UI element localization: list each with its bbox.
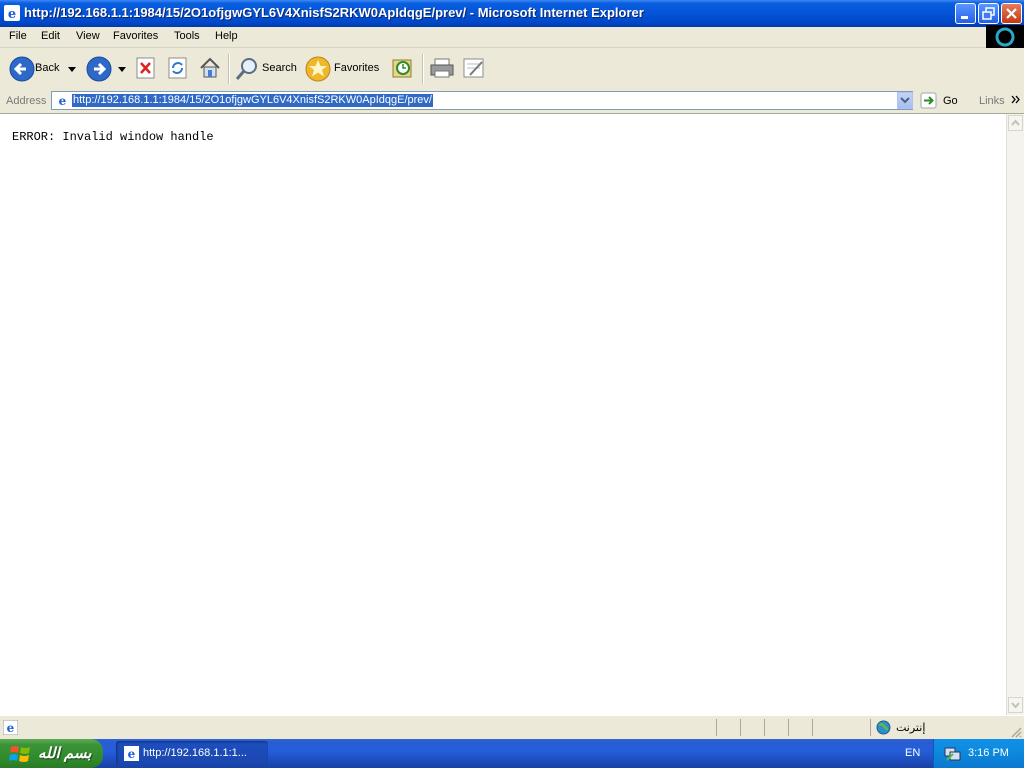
windows-logo-throbber — [986, 25, 1024, 49]
restore-button[interactable] — [978, 3, 999, 24]
history-button[interactable] — [391, 56, 415, 82]
menu-tools[interactable]: Tools — [174, 30, 200, 42]
printer-icon — [430, 58, 454, 78]
close-button[interactable] — [1001, 3, 1022, 24]
svg-text:e: e — [8, 7, 16, 21]
page-status-icon: e — [3, 720, 18, 735]
status-segment — [716, 719, 717, 736]
history-icon — [392, 59, 412, 78]
menu-view[interactable]: View — [76, 30, 100, 42]
edit-button[interactable] — [461, 56, 487, 82]
toolbar-separator — [228, 54, 230, 84]
chevron-right-icon[interactable] — [1011, 95, 1021, 105]
restore-icon — [982, 7, 995, 20]
status-bar: e إنترنت — [0, 715, 1024, 740]
scroll-up-button[interactable] — [1008, 115, 1023, 131]
taskbar: بسم الله e http://192.168.1.1:1... EN 3:… — [0, 739, 1024, 768]
svg-text:e: e — [7, 721, 15, 735]
search-label: Search — [262, 62, 297, 74]
status-segment — [812, 719, 813, 736]
favorites-button[interactable]: Favorites — [305, 54, 385, 84]
menu-edit[interactable]: Edit — [41, 30, 60, 42]
minimize-button[interactable] — [955, 3, 976, 24]
status-segment — [788, 719, 789, 736]
svg-text:e: e — [59, 94, 67, 108]
window-title: http://192.168.1.1:1984/15/2O1ofjgwGYL6V… — [24, 5, 644, 20]
security-zone-label: إنترنت — [896, 722, 926, 734]
taskbar-item-label: http://192.168.1.1:1... — [143, 747, 247, 759]
home-button[interactable] — [198, 56, 222, 82]
chevron-down-icon — [1011, 702, 1020, 709]
system-tray: 3:16 PM — [933, 739, 1024, 768]
menu-help[interactable]: Help — [215, 30, 238, 42]
address-bar: Address e http://192.168.1.1:1984/15/2O1… — [0, 90, 1024, 114]
start-button[interactable]: بسم الله — [0, 739, 103, 768]
title-bar[interactable]: e http://192.168.1.1:1984/15/2O1ofjgwGYL… — [0, 0, 1024, 27]
back-arrow-icon — [9, 56, 35, 82]
scroll-down-button[interactable] — [1008, 697, 1023, 713]
chevron-down-icon — [900, 97, 910, 104]
status-segment — [870, 719, 871, 736]
chevron-down-icon[interactable] — [118, 67, 126, 73]
chevron-down-icon[interactable] — [68, 67, 76, 73]
internet-explorer-icon: e — [4, 5, 20, 21]
vertical-scrollbar[interactable] — [1006, 114, 1024, 715]
favorites-label: Favorites — [334, 62, 380, 74]
resize-grip-icon[interactable] — [1010, 726, 1022, 738]
home-icon — [200, 57, 220, 78]
links-label[interactable]: Links — [979, 95, 1005, 107]
language-indicator[interactable]: EN — [905, 747, 920, 759]
address-field[interactable]: e http://192.168.1.1:1984/15/2O1ofjgwGYL… — [51, 91, 913, 110]
stop-button[interactable] — [135, 56, 157, 82]
print-button[interactable] — [429, 56, 455, 82]
address-input[interactable]: http://192.168.1.1:1984/15/2O1ofjgwGYL6V… — [72, 94, 433, 107]
go-arrow-icon — [920, 92, 937, 109]
clock: 3:16 PM — [968, 747, 1009, 759]
stop-icon — [136, 57, 155, 79]
forward-button[interactable] — [85, 54, 129, 84]
standard-toolbar: Back Search Favorites — [0, 48, 1024, 91]
favorites-star-icon — [305, 56, 331, 82]
back-button[interactable]: Back — [5, 54, 79, 84]
start-label: بسم الله — [38, 745, 92, 762]
network-icon[interactable] — [944, 746, 962, 762]
throbber-icon — [995, 27, 1015, 47]
menu-bar: File Edit View Favorites Tools Help — [0, 27, 1024, 48]
refresh-button[interactable] — [167, 56, 189, 82]
back-label: Back — [35, 62, 60, 74]
address-label: Address — [6, 95, 47, 107]
windows-logo-icon — [9, 746, 30, 762]
error-message: ERROR: Invalid window handle — [12, 130, 214, 144]
chevron-up-icon — [1011, 119, 1020, 126]
menu-favorites[interactable]: Favorites — [113, 30, 158, 42]
go-label: Go — [943, 95, 958, 107]
internet-globe-icon — [876, 720, 891, 735]
page-icon: e — [55, 93, 70, 108]
status-segment — [740, 719, 741, 736]
forward-arrow-icon — [86, 56, 112, 82]
close-icon — [1006, 8, 1017, 19]
menu-file[interactable]: File — [9, 30, 27, 42]
status-segment — [764, 719, 765, 736]
page-content: ERROR: Invalid window handle — [0, 114, 1006, 715]
search-button[interactable]: Search — [234, 54, 298, 84]
toolbar-separator — [422, 54, 424, 84]
minimize-icon — [961, 16, 968, 19]
svg-text:e: e — [128, 747, 136, 761]
search-icon — [235, 58, 257, 80]
address-dropdown-button[interactable] — [897, 92, 913, 109]
refresh-icon — [168, 57, 187, 79]
taskbar-item-internet-explorer[interactable]: e http://192.168.1.1:1... — [116, 741, 268, 766]
internet-explorer-icon: e — [124, 746, 139, 761]
go-button[interactable]: Go — [918, 92, 968, 110]
edit-page-icon — [463, 58, 484, 78]
